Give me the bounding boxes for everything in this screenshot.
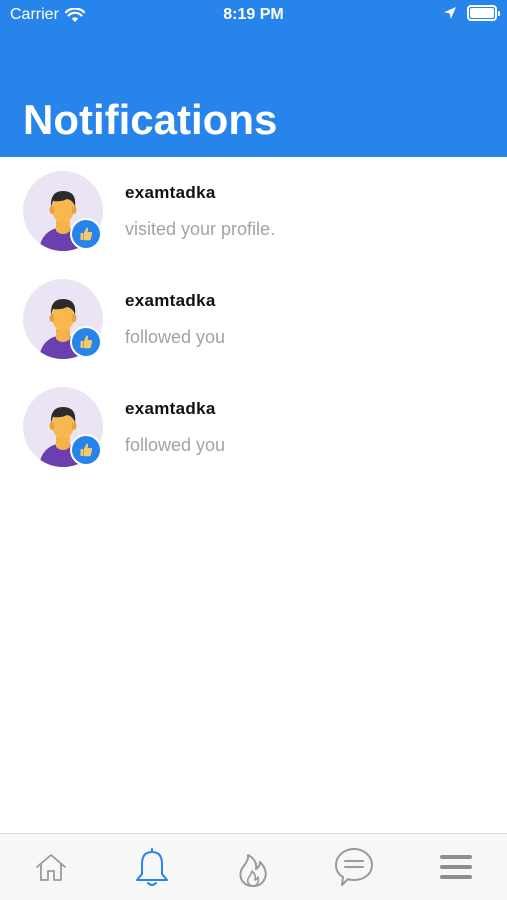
notification-text: visited your profile.	[125, 219, 276, 239]
thumbs-up-icon	[80, 443, 93, 457]
thumbs-up-icon	[80, 227, 93, 241]
status-right-group	[443, 5, 500, 21]
notification-user[interactable]: examtadka	[125, 183, 216, 203]
user-avatar[interactable]	[23, 171, 103, 251]
home-icon	[35, 854, 66, 881]
flame-icon	[239, 854, 267, 887]
notification-item[interactable]: examtadka followed you	[0, 265, 507, 373]
thumbs-up-badge	[70, 326, 102, 358]
notifications-screen: Carrier 8:19 PM Notifications examtadka …	[0, 0, 507, 900]
thumbs-up-icon	[80, 335, 93, 349]
user-avatar[interactable]	[23, 279, 103, 359]
location-arrow-icon	[444, 7, 456, 19]
notification-text: followed you	[125, 327, 226, 347]
menu-icon	[439, 855, 472, 879]
tab-menu[interactable]	[405, 834, 506, 900]
chat-bubble-icon	[334, 848, 373, 886]
bell-icon	[135, 848, 168, 886]
notification-list: examtadka visited your profile. examtadk…	[0, 157, 507, 481]
page-title: Notifications	[23, 96, 278, 143]
notification-user[interactable]: examtadka	[125, 399, 216, 419]
tab-trending[interactable]	[202, 834, 303, 900]
battery-icon	[467, 5, 500, 21]
header: Carrier 8:19 PM Notifications	[0, 0, 507, 157]
status-time: 8:19 PM	[223, 6, 284, 23]
tab-bar	[0, 833, 507, 900]
status-bar: Carrier 8:19 PM	[0, 0, 507, 30]
thumbs-up-badge	[70, 218, 102, 250]
thumbs-up-badge	[70, 434, 102, 466]
tab-messages[interactable]	[303, 834, 404, 900]
tab-notifications[interactable]	[101, 834, 202, 900]
notification-item[interactable]: examtadka followed you	[0, 373, 507, 481]
notification-user[interactable]: examtadka	[125, 291, 216, 311]
battery-fill	[470, 8, 494, 18]
user-avatar[interactable]	[23, 387, 103, 467]
tab-home[interactable]	[0, 834, 101, 900]
notification-item[interactable]: examtadka visited your profile.	[0, 157, 507, 265]
notification-text: followed you	[125, 435, 226, 455]
battery-cap	[498, 11, 500, 16]
